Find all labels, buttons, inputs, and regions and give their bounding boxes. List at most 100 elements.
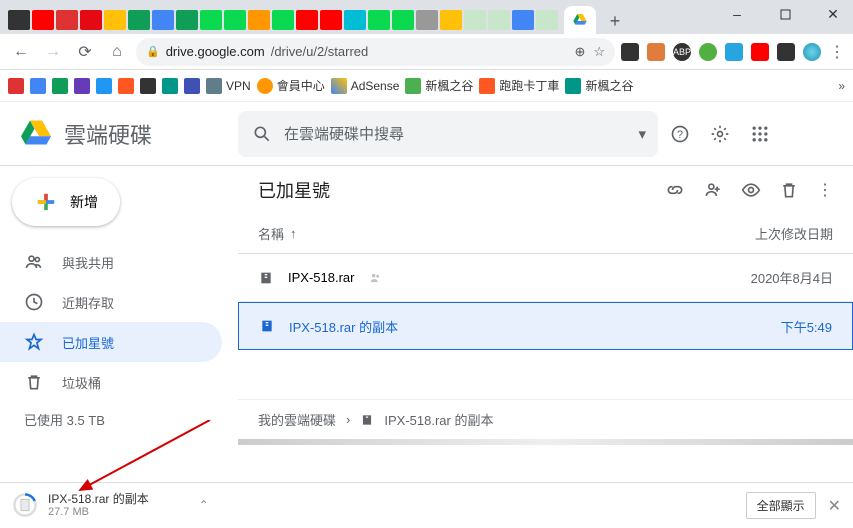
bookmark-item[interactable]	[8, 78, 24, 94]
window-titlebar: + – ✕	[0, 0, 853, 34]
plus-icon	[32, 188, 60, 216]
archive-icon	[259, 318, 275, 334]
share-person-icon[interactable]	[703, 180, 723, 200]
trash-icon	[24, 372, 44, 392]
bookmark-item[interactable]	[96, 78, 112, 94]
url-host: drive.google.com	[166, 44, 265, 59]
metamask-icon[interactable]	[647, 43, 665, 61]
file-modified: 下午5:49	[712, 317, 832, 336]
sidebar-item-starred[interactable]: 已加星號	[0, 322, 222, 362]
sidebar-item-recent[interactable]: 近期存取	[0, 282, 222, 322]
close-download-bar-icon[interactable]: ✕	[828, 496, 841, 516]
sidebar-item-shared[interactable]: 與我共用	[0, 242, 222, 282]
column-header: 名稱 ↑ 上次修改日期	[238, 214, 853, 254]
active-tab[interactable]	[564, 6, 596, 34]
bookmark-item[interactable]	[140, 78, 156, 94]
close-window-button[interactable]: ✕	[819, 4, 847, 24]
breadcrumb: 我的雲端硬碟 › IPX-518.rar 的副本	[238, 399, 853, 439]
extension-icon[interactable]	[725, 43, 743, 61]
file-name: IPX-518.rar 的副本	[289, 317, 398, 336]
link-icon[interactable]	[665, 180, 685, 200]
help-icon[interactable]: ?	[670, 124, 690, 144]
download-bar: IPX-518.rar 的副本 27.7 MB ⌃ 全部顯示 ✕	[0, 482, 853, 528]
search-bar[interactable]: 在雲端硬碟中搜尋 ▾	[238, 111, 658, 157]
sidebar-item-trash[interactable]: 垃圾桶	[0, 362, 222, 402]
archive-icon	[258, 270, 274, 286]
bookmark-item[interactable]	[52, 78, 68, 94]
apps-grid-icon[interactable]	[750, 124, 770, 144]
back-button[interactable]: ←	[8, 39, 34, 65]
show-all-downloads-button[interactable]: 全部顯示	[746, 492, 816, 519]
column-name[interactable]: 名稱	[258, 224, 284, 243]
download-item[interactable]: IPX-518.rar 的副本 27.7 MB ⌃	[12, 492, 209, 520]
shared-badge-icon	[368, 271, 384, 285]
search-dropdown-icon[interactable]: ▾	[638, 125, 646, 143]
app-name: 雲端硬碟	[64, 118, 152, 150]
download-chevron-icon[interactable]: ⌃	[199, 498, 209, 512]
drive-logo[interactable]: 雲端硬碟	[16, 116, 226, 152]
clock-icon	[24, 292, 44, 312]
extensions-menu-icon[interactable]	[777, 43, 795, 61]
bookmark-item[interactable]	[74, 78, 90, 94]
download-progress-icon	[12, 492, 38, 518]
download-filename: IPX-518.rar 的副本	[48, 492, 149, 506]
more-menu-icon[interactable]: ⋮	[817, 180, 833, 200]
bookmark-maple2[interactable]: 新楓之谷	[565, 77, 633, 94]
browser-toolbar: ← → ⟳ ⌂ 🔒 drive.google.com/drive/u/2/sta…	[0, 34, 853, 70]
svg-text:?: ?	[677, 129, 683, 141]
drive-tab-icon	[572, 12, 588, 28]
bookmark-item[interactable]	[184, 78, 200, 94]
people-icon	[24, 252, 44, 272]
page-title: 已加星號	[258, 177, 330, 203]
youtube-ext-icon[interactable]	[751, 43, 769, 61]
drive-logo-icon	[16, 116, 56, 152]
extension-icon[interactable]	[699, 43, 717, 61]
bookmark-adsense[interactable]: AdSense	[331, 78, 400, 94]
storage-used: 已使用 3.5 TB	[0, 402, 238, 437]
archive-icon	[360, 413, 374, 427]
new-label: 新增	[70, 192, 98, 212]
chrome-menu-icon[interactable]: ⋮	[829, 42, 845, 62]
lock-icon: 🔒	[146, 45, 160, 58]
zoom-icon[interactable]: ⊕	[574, 44, 585, 60]
bookmark-star-icon[interactable]: ☆	[593, 44, 605, 60]
bookmarks-overflow[interactable]: »	[838, 79, 845, 93]
search-icon	[252, 124, 272, 144]
extension-icon[interactable]	[621, 43, 639, 61]
home-button[interactable]: ⌂	[104, 39, 130, 65]
sort-arrow-icon[interactable]: ↑	[290, 226, 297, 241]
bookmark-item[interactable]	[162, 78, 178, 94]
bookmarks-bar: VPN 會員中心 AdSense 新楓之谷 跑跑卡丁車 新楓之谷 »	[0, 70, 853, 102]
adblock-icon[interactable]: ABP	[673, 43, 691, 61]
url-path: /drive/u/2/starred	[271, 44, 369, 59]
gear-icon[interactable]	[710, 124, 730, 144]
bookmark-item[interactable]	[30, 78, 46, 94]
main-header: 已加星號 ⋮	[238, 166, 853, 214]
bookmark-kart[interactable]: 跑跑卡丁車	[479, 77, 559, 94]
bookmark-member[interactable]: 會員中心	[257, 77, 325, 94]
file-name: IPX-518.rar	[288, 270, 354, 285]
bookmark-maple[interactable]: 新楓之谷	[405, 77, 473, 94]
star-icon	[24, 332, 44, 352]
new-button[interactable]: 新增	[12, 178, 120, 226]
reload-button[interactable]: ⟳	[72, 39, 98, 65]
address-bar[interactable]: 🔒 drive.google.com/drive/u/2/starred ⊕ ☆	[136, 38, 615, 66]
file-row[interactable]: IPX-518.rar 2020年8月4日	[238, 254, 853, 302]
bookmark-vpn[interactable]: VPN	[206, 78, 251, 94]
file-modified: 2020年8月4日	[713, 268, 833, 287]
sidebar: 新增 與我共用 近期存取 已加星號 垃圾桶 已使用 3.5 TB	[0, 166, 238, 445]
new-tab-button[interactable]: +	[602, 8, 628, 34]
breadcrumb-root[interactable]: 我的雲端硬碟	[258, 410, 336, 429]
column-modified[interactable]: 上次修改日期	[713, 224, 833, 243]
profile-icon[interactable]	[803, 43, 821, 61]
preview-eye-icon[interactable]	[741, 180, 761, 200]
scrollbar[interactable]	[238, 439, 853, 445]
bookmark-item[interactable]	[118, 78, 134, 94]
breadcrumb-file: IPX-518.rar 的副本	[384, 410, 493, 429]
delete-icon[interactable]	[779, 180, 799, 200]
download-size: 27.7 MB	[48, 506, 149, 519]
forward-button[interactable]: →	[40, 39, 66, 65]
maximize-button[interactable]	[771, 4, 799, 24]
minimize-button[interactable]: –	[723, 4, 751, 24]
file-row-selected[interactable]: IPX-518.rar 的副本 下午5:49	[238, 302, 853, 350]
